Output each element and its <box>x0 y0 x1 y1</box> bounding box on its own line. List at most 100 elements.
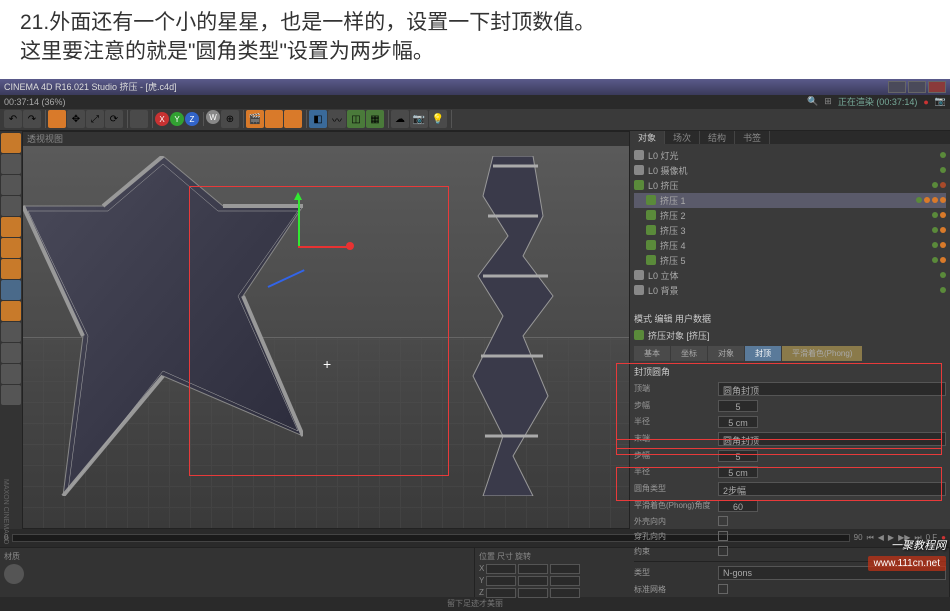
render-live-label: 正在渲染 (00:37:14) <box>838 95 918 108</box>
y-axis-toggle[interactable]: Y <box>170 112 184 126</box>
tab-objects[interactable]: 对象 <box>630 131 665 144</box>
annotation-rect-caps <box>616 363 942 449</box>
attr-tab-caps[interactable]: 封顶 <box>745 346 781 361</box>
app-title: CINEMA 4D R16.021 Studio 挤压 - [虎.c4d] <box>4 80 177 93</box>
deformer-button[interactable]: ▦ <box>366 110 384 128</box>
mode-toolbar <box>0 131 22 529</box>
annotation-rect-viewport <box>189 186 449 476</box>
render-view-button[interactable]: 🎬 <box>246 110 264 128</box>
attr-tab-coord[interactable]: 坐标 <box>671 346 707 361</box>
annotation-rect-fillet-type <box>616 467 942 501</box>
render-region-button[interactable] <box>265 110 283 128</box>
size-x-input[interactable] <box>518 564 548 574</box>
generator-button[interactable]: ◫ <box>347 110 365 128</box>
titlebar: CINEMA 4D R16.021 Studio 挤压 - [虎.c4d] <box>0 79 950 95</box>
model-star-small[interactable] <box>453 156 573 496</box>
annotation-rect-fillet-row <box>616 439 942 455</box>
attr-tab-object[interactable]: 对象 <box>708 346 744 361</box>
watermark-url: www.111cn.net <box>868 556 946 571</box>
z-axis-toggle[interactable]: Z <box>185 112 199 126</box>
rot-p-input[interactable] <box>550 576 580 586</box>
tweak-mode-button[interactable] <box>1 301 21 321</box>
tab-structure[interactable]: 结构 <box>700 131 735 144</box>
record-icon[interactable]: ● <box>923 97 928 107</box>
edge-mode-button[interactable] <box>1 238 21 258</box>
pos-z-input[interactable] <box>486 588 516 598</box>
search-icon[interactable]: 🔍 <box>807 96 818 107</box>
tree-item-extrude-1: 挤压 1 <box>634 193 946 208</box>
live-select-tool[interactable] <box>48 110 66 128</box>
workplane-snap-button[interactable] <box>1 343 21 363</box>
coord-sys-button[interactable]: ⊕ <box>221 110 239 128</box>
tree-item-camera: L0 摄像机 <box>634 163 946 178</box>
material-panel[interactable]: 材质 <box>0 548 475 597</box>
regular-grid-checkbox[interactable] <box>718 584 728 594</box>
size-z-input[interactable] <box>518 588 548 598</box>
undo-button[interactable]: ↶ <box>4 110 22 128</box>
close-button[interactable] <box>928 81 946 93</box>
environment-button[interactable]: ☁ <box>391 110 409 128</box>
viewport-header: 透视视图 <box>23 132 629 146</box>
material-preview-icon[interactable] <box>4 564 24 584</box>
hole-inward-checkbox[interactable] <box>718 531 728 541</box>
point-mode-button[interactable] <box>1 217 21 237</box>
rotate-tool[interactable]: ⟳ <box>105 110 123 128</box>
phong-angle-input[interactable]: 60 <box>718 500 758 512</box>
history-tool[interactable] <box>130 110 148 128</box>
top-status-bar: 00:37:14 (36%) 🔍 ⊞ 正在渲染 (00:37:14) ● 📷 <box>0 95 950 109</box>
scale-tool[interactable]: ⤢ <box>86 110 104 128</box>
viewport[interactable]: 透视视图 <box>22 131 630 529</box>
minimize-button[interactable] <box>888 81 906 93</box>
watermark-cn: 一聚教程网 <box>891 537 946 553</box>
instruction-text: 21.外面还有一个小的星星，也是一样的，设置一下封顶数值。 这里要注意的就是"圆… <box>0 0 950 79</box>
tab-bookmarks[interactable]: 书签 <box>735 131 770 144</box>
x-axis-toggle[interactable]: X <box>155 112 169 126</box>
spline-button[interactable]: 〰 <box>328 110 346 128</box>
attr-tabs: 基本 坐标 对象 封顶 平滑着色(Phong) <box>634 346 946 361</box>
primitive-cube-button[interactable]: ◧ <box>309 110 327 128</box>
render-settings-button[interactable] <box>284 110 302 128</box>
model-mode-button[interactable] <box>1 154 21 174</box>
move-tool[interactable]: ✥ <box>67 110 85 128</box>
footer-caption: 留下足迹才美丽 <box>447 598 503 609</box>
texture-mode-button[interactable] <box>1 175 21 195</box>
hull-inward-checkbox[interactable] <box>718 516 728 526</box>
render-progress: 00:37:14 (36%) <box>4 97 66 107</box>
quantize-button[interactable] <box>1 364 21 384</box>
rot-h-input[interactable] <box>550 564 580 574</box>
camera-icon[interactable]: 📷 <box>935 96 946 107</box>
tree-item-extrude-3: 挤压 3 <box>634 223 946 238</box>
size-y-input[interactable] <box>518 576 548 586</box>
pos-y-input[interactable] <box>486 576 516 586</box>
tree-item-extrude-5: 挤压 5 <box>634 253 946 268</box>
camera-button[interactable]: 📷 <box>410 110 428 128</box>
snap-button[interactable] <box>1 322 21 342</box>
polygon-mode-button[interactable] <box>1 259 21 279</box>
rot-b-input[interactable] <box>550 588 580 598</box>
tab-takes[interactable]: 场次 <box>665 131 700 144</box>
object-panel-tabs: 对象 场次 结构 书签 <box>630 131 950 144</box>
maxon-logo: MAXON CINEMA 4D <box>2 479 9 544</box>
tree-item-extrude-2: 挤压 2 <box>634 208 946 223</box>
viewport-canvas[interactable]: + <box>23 146 629 528</box>
make-editable-button[interactable] <box>1 133 21 153</box>
attr-object-title: 挤压对象 [挤压] <box>648 329 710 342</box>
tree-item-light: L0 灯光 <box>634 148 946 163</box>
w-axis-toggle[interactable]: W <box>206 110 220 124</box>
tree-item-extrude-root: L0 挤压 <box>634 178 946 193</box>
attr-tab-phong[interactable]: 平滑着色(Phong) <box>782 346 862 361</box>
attr-header: 模式 编辑 用户数据 <box>634 310 946 327</box>
layout-icon[interactable]: ⊞ <box>824 96 832 107</box>
constrain-checkbox[interactable] <box>718 546 728 556</box>
workplane-button[interactable] <box>1 196 21 216</box>
pos-x-input[interactable] <box>486 564 516 574</box>
light-button[interactable]: 💡 <box>429 110 447 128</box>
attr-tab-basic[interactable]: 基本 <box>634 346 670 361</box>
object-tree[interactable]: L0 灯光 L0 摄像机 L0 挤压 挤压 1 挤压 2 挤压 3 挤压 4 挤… <box>630 144 950 302</box>
locked-button[interactable] <box>1 385 21 405</box>
axis-mode-button[interactable] <box>1 280 21 300</box>
main-toolbar: ↶ ↷ ✥ ⤢ ⟳ X Y Z W ⊕ 🎬 ◧ 〰 ◫ <box>0 109 950 131</box>
app-window: CINEMA 4D R16.021 Studio 挤压 - [虎.c4d] 00… <box>0 79 950 575</box>
maximize-button[interactable] <box>908 81 926 93</box>
redo-button[interactable]: ↷ <box>23 110 41 128</box>
